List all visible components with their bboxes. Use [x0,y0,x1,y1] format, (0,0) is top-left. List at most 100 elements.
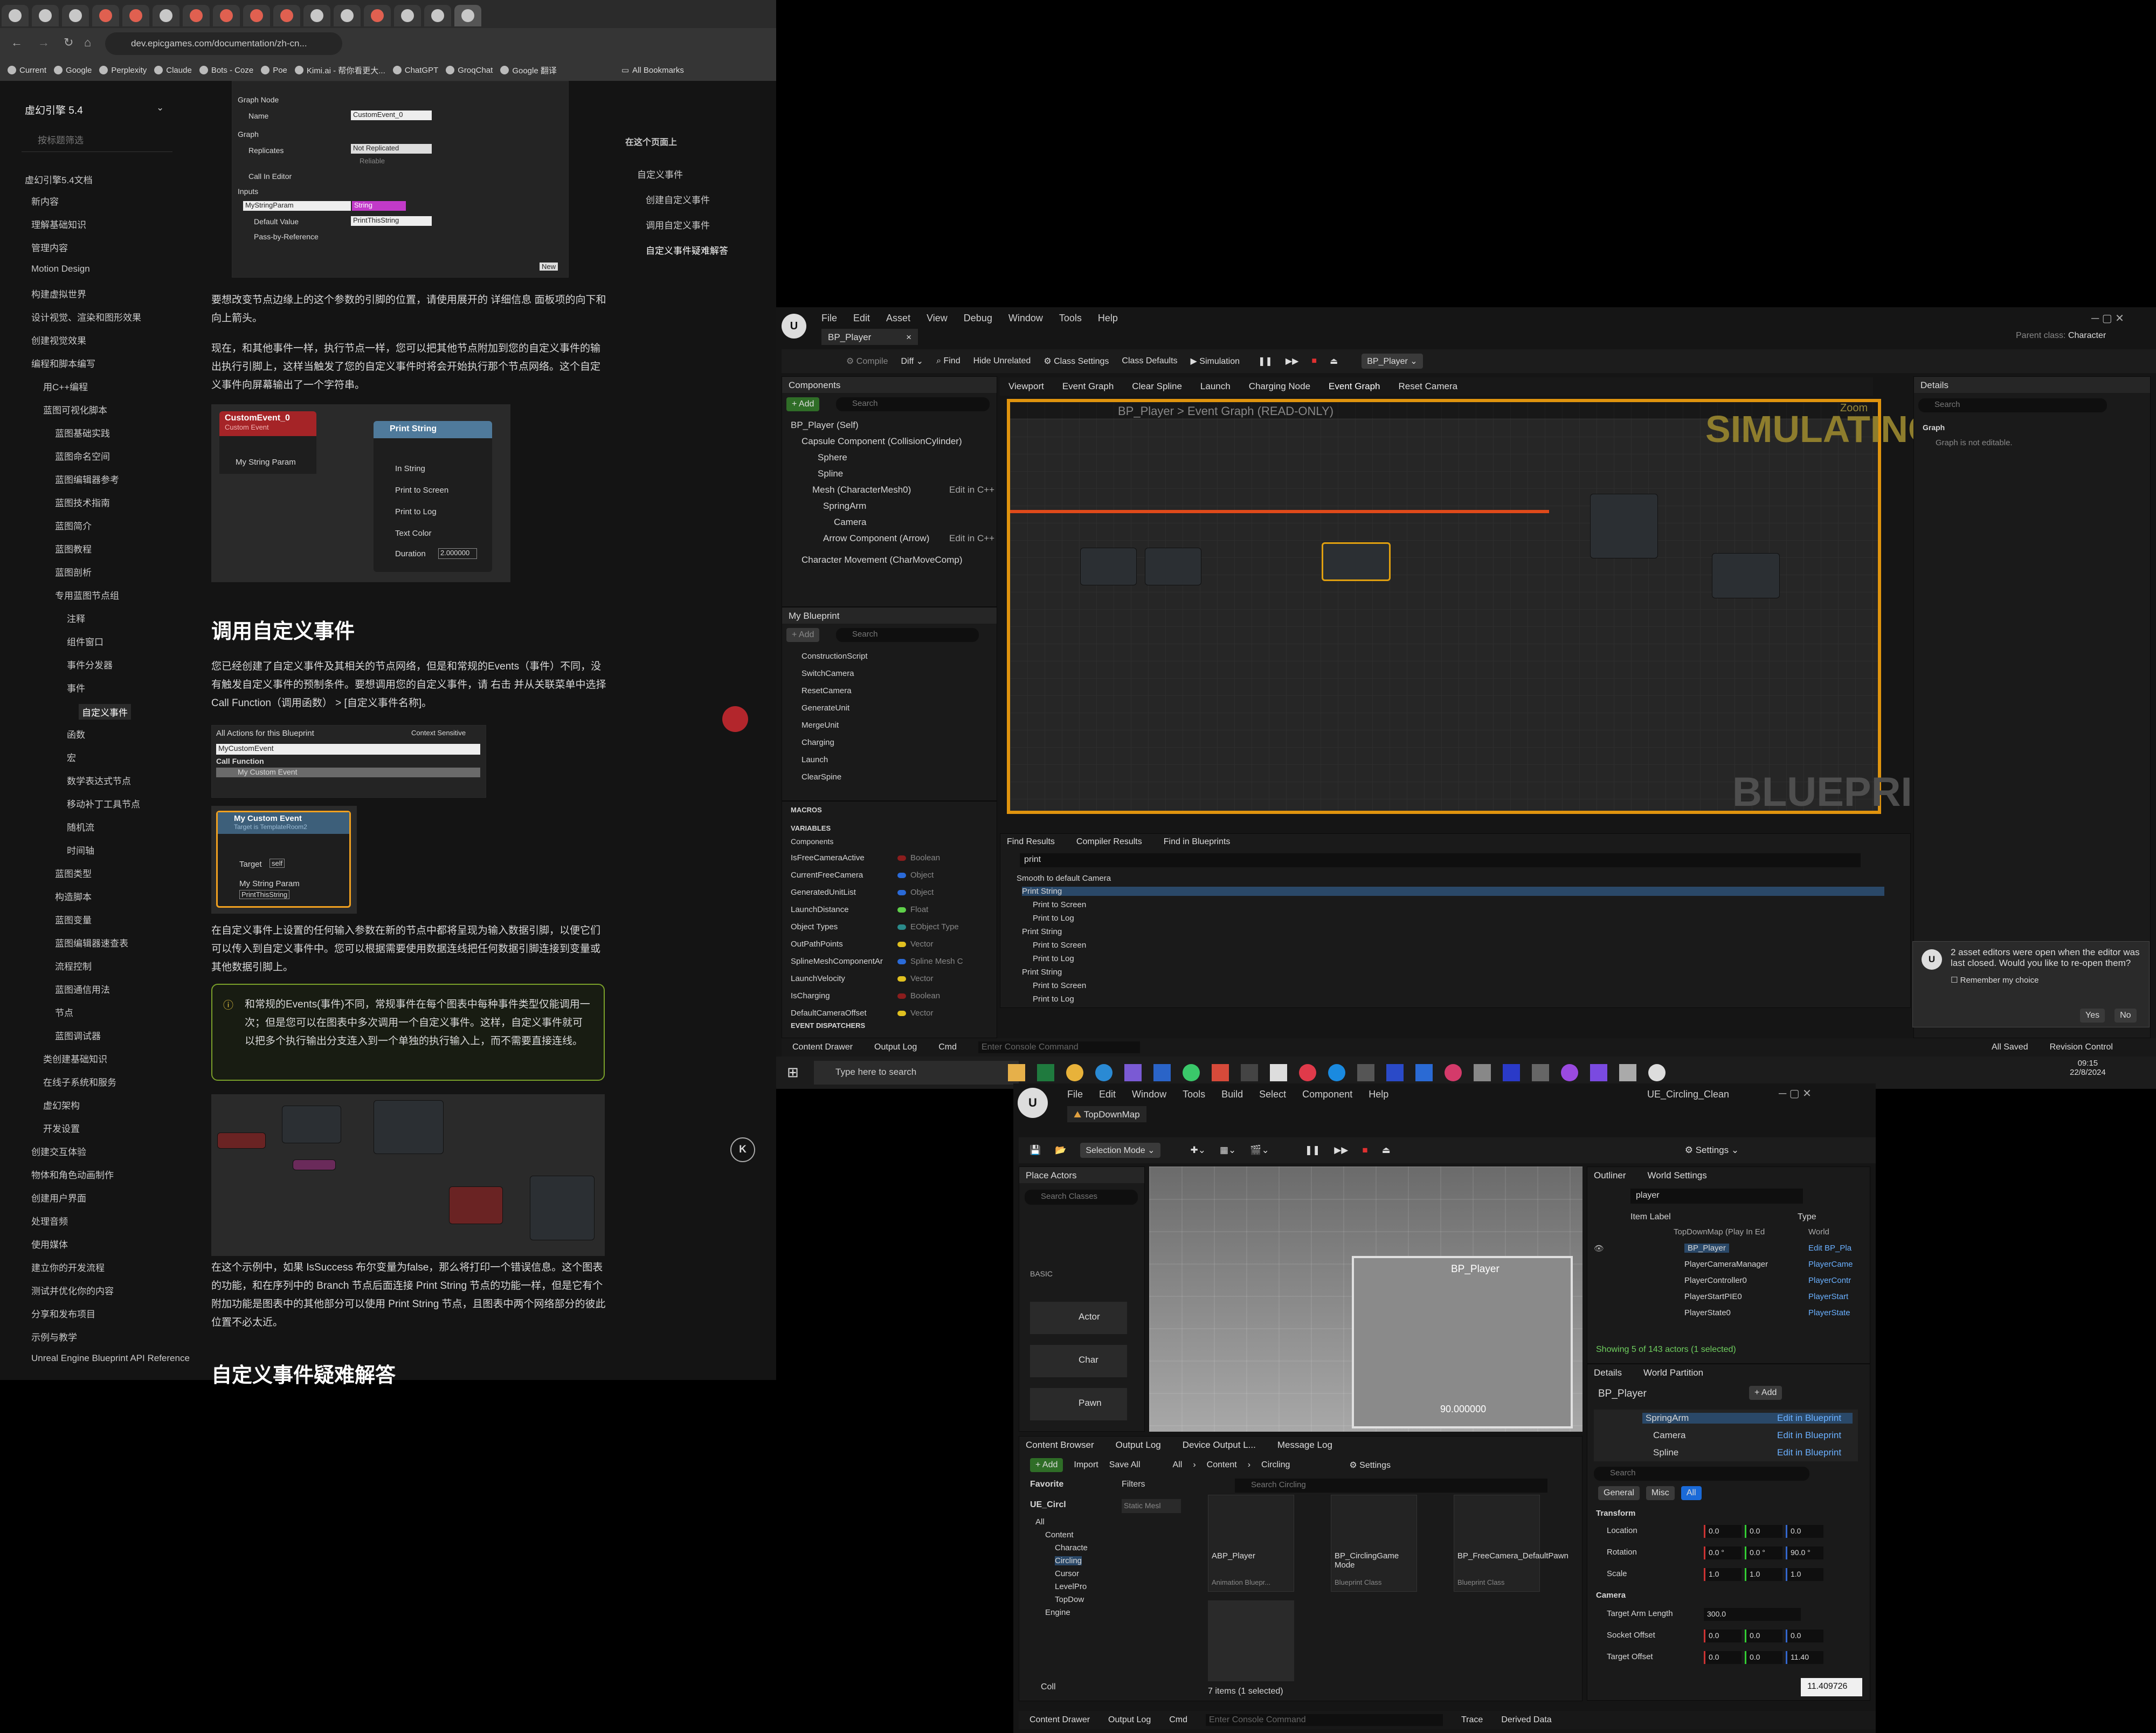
file-explorer-icon[interactable] [1008,1064,1025,1081]
bookmark-item[interactable]: GroqChat [446,66,493,75]
variable-type[interactable]: EObject Type [910,922,959,931]
browser-tab[interactable] [32,5,59,26]
step-icon[interactable]: ▶▶ [1334,1145,1348,1156]
nav-item[interactable]: 处理音频 [31,1214,68,1227]
vector-field[interactable]: 0.0 [1745,1651,1782,1664]
filter-general[interactable]: General [1598,1486,1640,1500]
components-tab[interactable]: Components [782,377,997,393]
nav-item[interactable]: 虚幻架构 [43,1098,80,1111]
menu-item[interactable]: Build [1221,1089,1243,1100]
compile-button[interactable]: ⚙ Compile [846,356,888,367]
variable-name[interactable]: GeneratedUnitList [791,888,856,897]
add-actor-icon[interactable]: ✚⌄ [1191,1145,1206,1156]
function-item[interactable]: ResetCamera [801,686,852,695]
component-item[interactable]: Capsule Component (CollisionCylinder) [801,436,962,447]
level-viewport[interactable]: BP_Player 90.000000 [1149,1166,1583,1432]
asset-tab[interactable]: BP_Player × [821,329,918,345]
app-icon[interactable] [1590,1064,1607,1081]
asset-tile-mannequin[interactable] [1208,1600,1294,1681]
notion-icon[interactable] [1270,1064,1287,1081]
nav-item[interactable]: 蓝图编辑器速查表 [55,936,128,949]
pip-viewport[interactable]: BP_Player 90.000000 [1352,1256,1573,1428]
replicates-select[interactable]: Not Replicated [351,144,432,154]
dispatchers-header[interactable]: EVENT DISPATCHERS [791,1021,865,1030]
bookmark-item[interactable]: Kimi.ai - 帮你看更大... [294,65,385,76]
nav-item[interactable]: 物体和角色动画制作 [31,1168,114,1181]
url-input[interactable]: dev.epicgames.com/documentation/zh-cn... [105,32,342,55]
component-item[interactable]: Mesh (CharacterMesh0) [812,485,911,495]
find-result[interactable]: Print to Screen [1033,981,1086,990]
result-root[interactable]: Smooth to default Camera [1017,874,1111,883]
function-item[interactable]: MergeUnit [801,721,839,730]
nav-item[interactable]: 时间轴 [67,843,94,857]
outliner-type[interactable]: PlayerState [1808,1308,1850,1317]
edit-in-cpp-link[interactable]: Edit in C++ [949,485,994,495]
variable-type[interactable]: Vector [910,974,934,983]
import-button[interactable]: Import [1074,1460,1098,1470]
menu-item[interactable]: Asset [886,313,910,324]
component-item[interactable]: Spline [818,468,843,479]
find-result[interactable]: Print to Log [1033,954,1074,963]
vector-field[interactable]: 0.0 [1745,1525,1782,1538]
nav-item[interactable]: 创建用户界面 [31,1191,86,1204]
bookmark-item[interactable]: Bots - Coze [199,66,253,75]
viewport-tab[interactable]: Viewport [1008,381,1044,392]
function-item[interactable]: SwitchCamera [801,669,854,678]
variable-name[interactable]: SplineMeshComponentAr [791,957,883,966]
map-tab[interactable]: ⛰ TopDownMap [1067,1106,1146,1122]
actor-item[interactable]: Pawn [1030,1388,1127,1420]
nav-item[interactable]: 编程和脚本编写 [31,356,95,370]
output-log-tab[interactable]: Output Log [1116,1440,1161,1451]
vector-field[interactable]: 1.0 [1786,1568,1823,1581]
browser-tab[interactable] [303,5,330,26]
name-field[interactable]: CustomEvent_0 [351,111,432,120]
bookmark-item[interactable]: Google 翻译 [500,65,557,76]
output-log-button[interactable]: Output Log [1108,1715,1151,1725]
revision-control-button[interactable]: Revision Control [2050,1042,2113,1052]
rotation-label[interactable]: Rotation [1607,1548,1637,1557]
saved-status[interactable]: All Saved [1992,1042,2028,1052]
toc-item-active[interactable]: 自定义事件疑难解答 [625,243,765,257]
find-query-input[interactable]: print [1020,853,1861,867]
nav-item[interactable]: 蓝图通信用法 [55,982,110,996]
pause-icon[interactable]: ❚❚ [1258,356,1273,367]
menu-item[interactable]: Tools [1183,1089,1205,1100]
menu-item[interactable]: Edit [1099,1089,1116,1100]
save-all-button[interactable]: Save All [1109,1460,1141,1470]
browser-tab[interactable] [2,5,29,26]
details-tab[interactable]: Details [1914,377,2150,393]
browser-tab[interactable] [394,5,421,26]
nav-item[interactable]: 随机流 [67,820,94,833]
add-component-button[interactable]: + Add [1749,1386,1782,1400]
favorites-header[interactable]: Favorite [1030,1480,1063,1489]
nav-item[interactable]: 蓝图命名空间 [55,449,110,462]
asset-tile[interactable]: BP_FreeCamera_DefaultPawn Blueprint Class [1454,1495,1568,1592]
vector-field[interactable]: 1.0 [1745,1568,1782,1581]
taskbar-search[interactable]: Type here to search [814,1061,1019,1085]
bookmark-item[interactable]: Perplexity [99,66,147,75]
bookmark-item[interactable]: ChatGPT [392,66,438,75]
trace-button[interactable]: Trace [1461,1715,1483,1725]
version-select[interactable]: 虚幻引擎 5.4 [25,102,83,117]
tree-item[interactable]: Spline [1653,1447,1678,1458]
filter-input[interactable]: 按标题筛选 [22,133,172,152]
nav-item[interactable]: 类创建基础知识 [43,1052,107,1065]
folder-item[interactable]: Content [1045,1530,1074,1539]
new-button[interactable]: New [540,263,558,271]
class-defaults-button[interactable]: Class Defaults [1122,356,1177,366]
menu-item[interactable]: Debug [964,313,992,324]
vector-field[interactable]: 0.0 [1704,1630,1742,1642]
function-item[interactable]: GenerateUnit [801,703,849,713]
hide-unrelated-button[interactable]: Hide Unrelated [973,356,1031,366]
nav-item[interactable]: 新内容 [31,194,59,208]
variable-type[interactable]: Object [910,871,934,880]
menu-item[interactable]: File [821,313,837,324]
target-offset-label[interactable]: Target Offset [1607,1652,1653,1661]
class-search[interactable]: Search Classes [1025,1190,1138,1205]
vector-field[interactable]: 0.0 [1786,1525,1823,1538]
outliner-type[interactable]: PlayerCame [1808,1260,1853,1269]
nav-item[interactable]: 构造脚本 [55,889,92,903]
vector-field[interactable]: 0.0 [1786,1630,1823,1642]
settings-button[interactable]: ⚙ Settings [1349,1460,1391,1470]
graph-tab[interactable]: Reset Camera [1399,381,1458,392]
